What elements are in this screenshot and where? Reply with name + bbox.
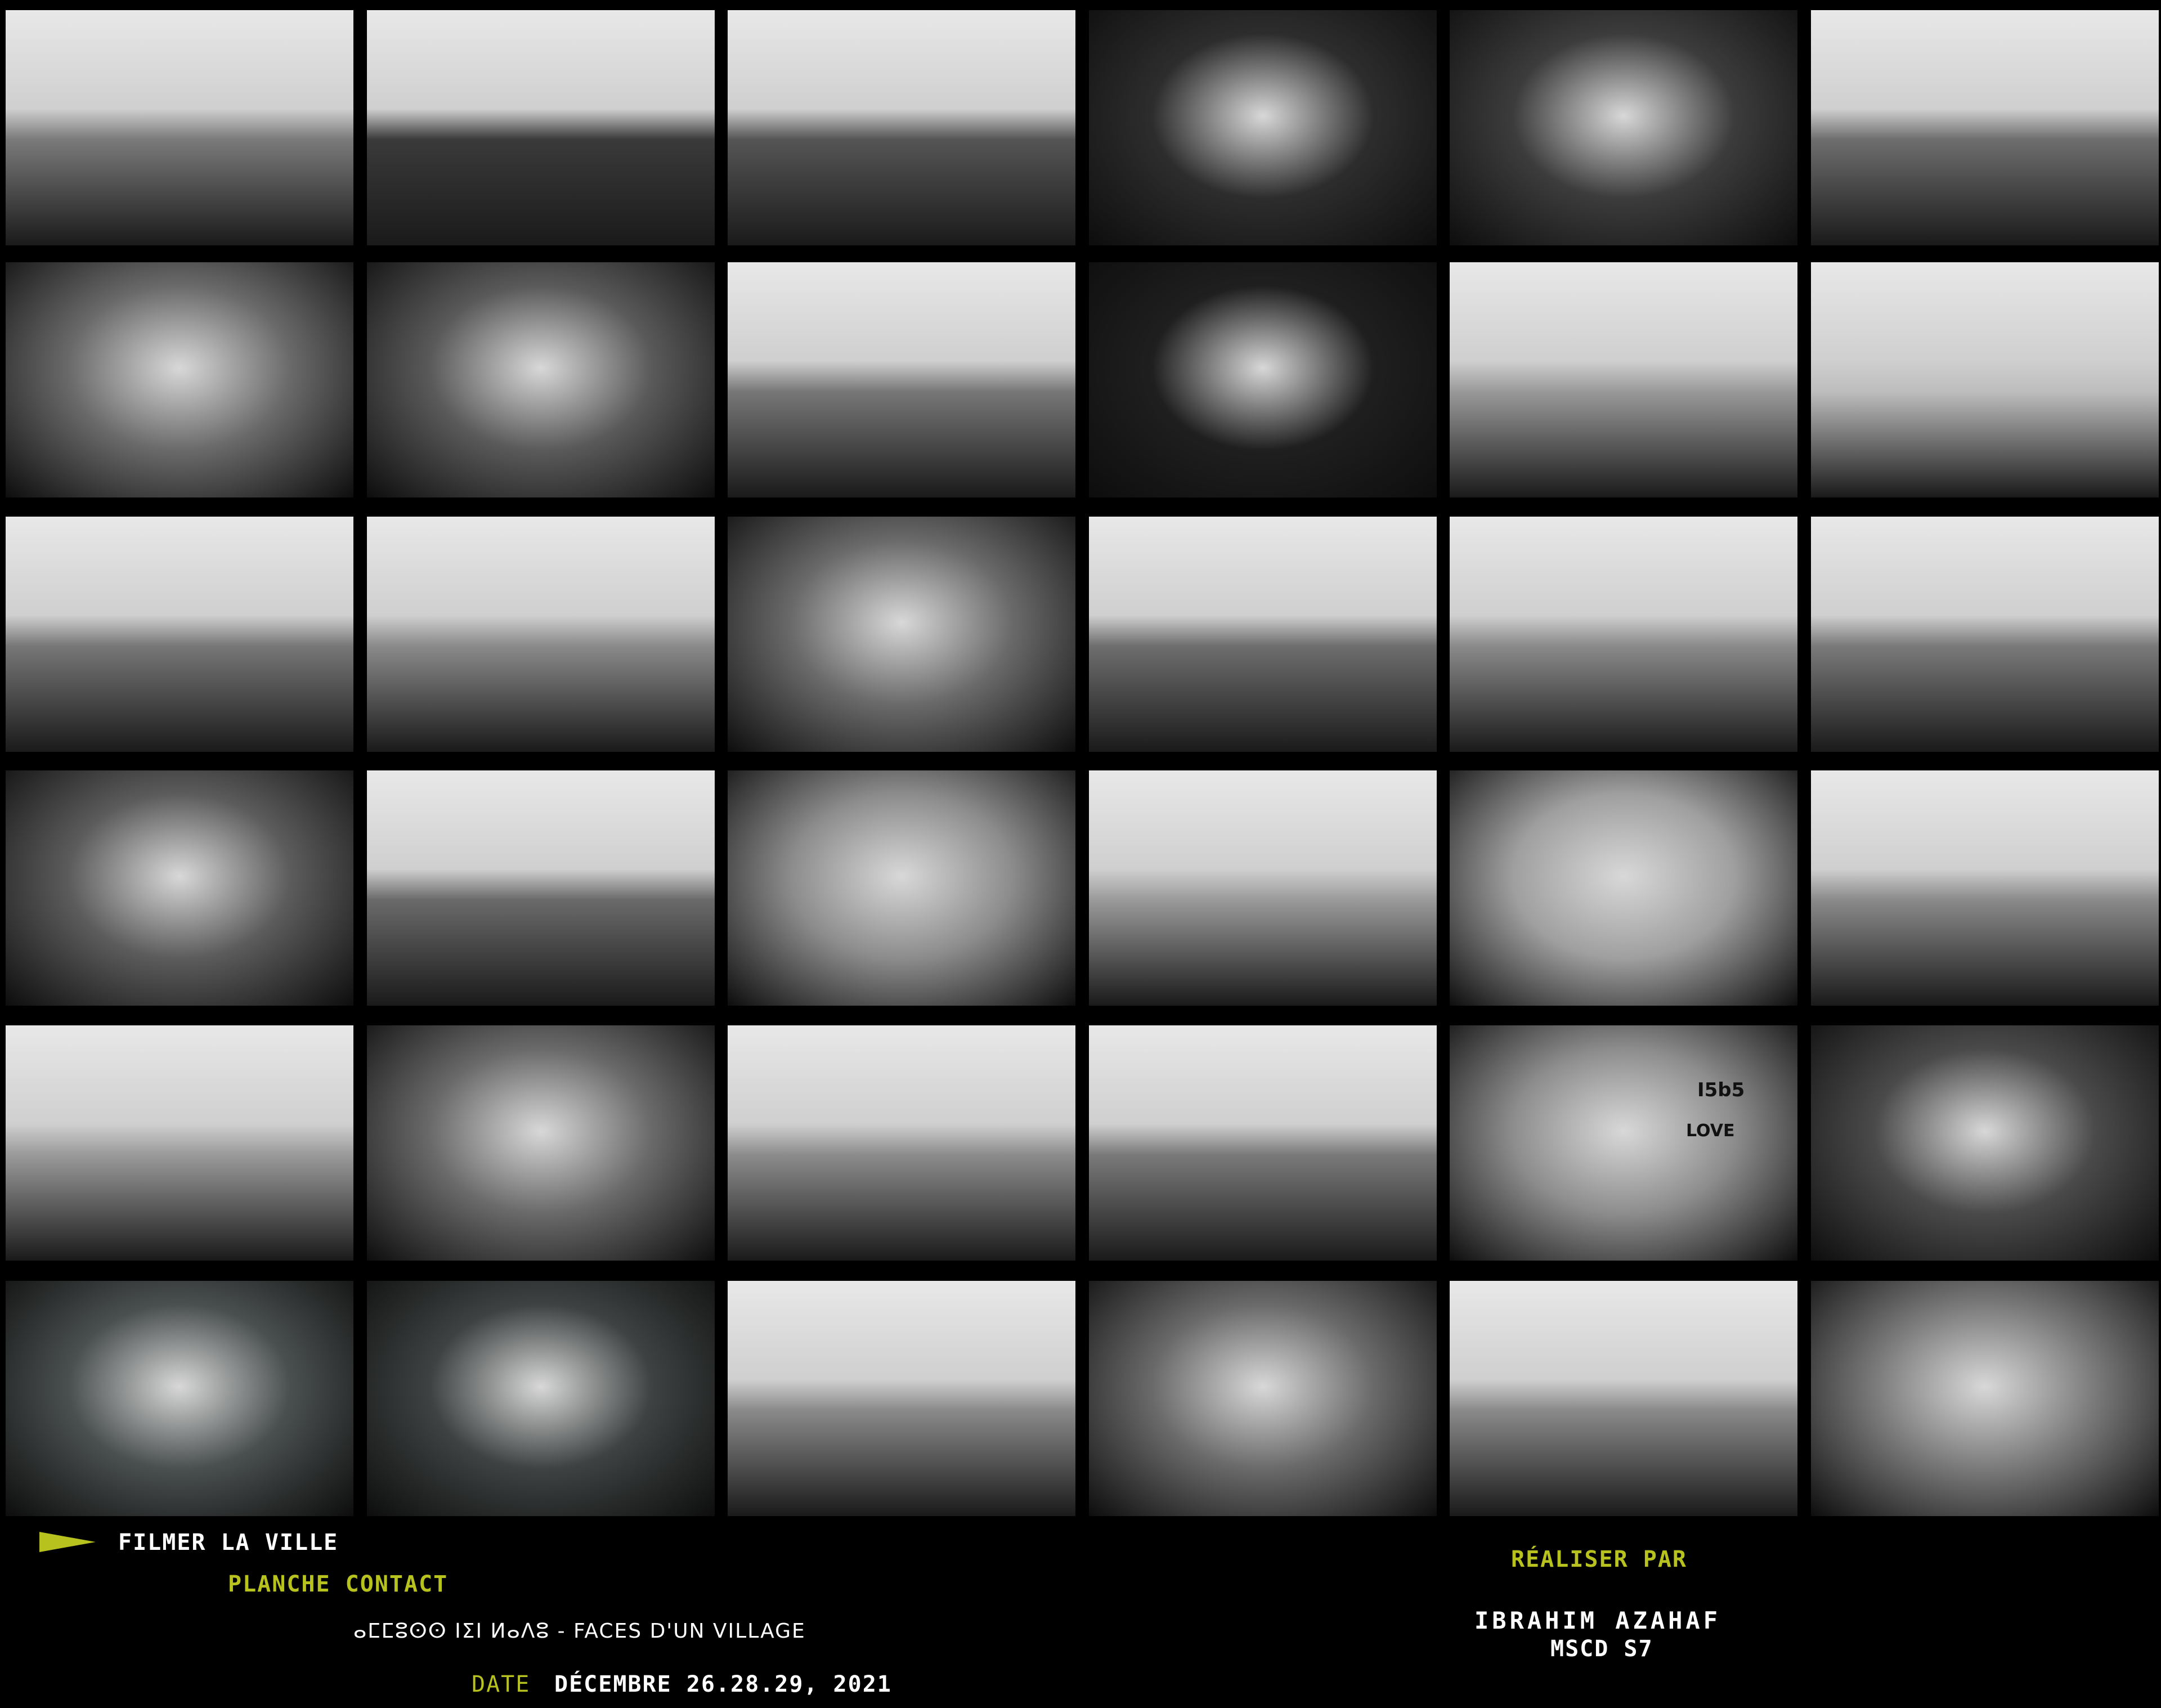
photo-elderly-man-smiling bbox=[1450, 10, 1797, 245]
photo-goat-herd bbox=[1089, 517, 1437, 752]
subtitle: PLANCHE CONTACT bbox=[228, 1571, 449, 1597]
photo-ruined-houses bbox=[728, 262, 1075, 497]
photo-arcade-buildings bbox=[1811, 770, 2159, 1006]
contact-sheet-grid: LOVE I5b5 bbox=[0, 0, 2161, 1522]
credit-label: RÉALISER PAR bbox=[1511, 1546, 1687, 1572]
photo-man-on-street bbox=[728, 1025, 1075, 1261]
photo-wooded-hill bbox=[728, 10, 1075, 245]
photo-scarecrow-helmet bbox=[1811, 517, 2159, 752]
photo-bearded-man-portrait bbox=[367, 1025, 715, 1261]
photo-man-in-wheelchair bbox=[1450, 262, 1797, 497]
photo-old-building bbox=[367, 770, 715, 1006]
graffiti-love: LOVE bbox=[1686, 1121, 1735, 1141]
photo-man-in-tent bbox=[1089, 1281, 1437, 1516]
photo-bald-man-portrait bbox=[728, 770, 1075, 1006]
photo-dim-cafe bbox=[6, 1281, 353, 1516]
photo-masked-man-arcade bbox=[1450, 770, 1797, 1006]
program-name: MSCD S7 bbox=[1550, 1636, 1653, 1662]
photo-man-cooking bbox=[1450, 1281, 1797, 1516]
photo-doorway-graffiti: LOVE I5b5 bbox=[1450, 1025, 1797, 1261]
photo-man-in-cap bbox=[6, 262, 353, 497]
photo-young-man-seated bbox=[1089, 770, 1437, 1006]
photo-tree-and-house bbox=[1450, 517, 1797, 752]
date-label: DATE bbox=[472, 1671, 531, 1697]
photo-dirt-road-field bbox=[367, 10, 715, 245]
arrow-icon bbox=[39, 1532, 96, 1552]
graffiti-code: I5b5 bbox=[1697, 1079, 1745, 1101]
series-title: FILMER LA VILLE bbox=[118, 1530, 339, 1555]
photo-concrete-wall bbox=[728, 517, 1075, 752]
photo-silhouette-portrait bbox=[1811, 262, 2159, 497]
project-title: ⴰⵎⵎⵓⵙⵙ ⵏⵉⵏ ⵍⴰⴷⵓ - FACES D'UN VILLAGE bbox=[353, 1620, 806, 1643]
photo-sleeping-dog bbox=[1811, 1281, 2159, 1516]
photo-graffiti-wall bbox=[367, 262, 715, 497]
photo-eucalyptus-tree bbox=[6, 517, 353, 752]
photo-market-street bbox=[6, 10, 353, 245]
photo-man-in-car bbox=[1089, 262, 1437, 497]
photo-stone-alley bbox=[6, 770, 353, 1006]
author-name: IBRAHIM AZAHAF bbox=[1474, 1607, 1721, 1634]
photo-dark-interior bbox=[367, 1281, 715, 1516]
date-value: DÉCEMBRE 26.28.29, 2021 bbox=[554, 1671, 892, 1697]
photo-desert-plain bbox=[367, 517, 715, 752]
photo-blurred-figure bbox=[1811, 1025, 2159, 1261]
photo-rolling-hills bbox=[6, 1025, 353, 1261]
photo-sheds-yard bbox=[1089, 1025, 1437, 1261]
photo-villa-house bbox=[1811, 10, 2159, 245]
photo-dry-riverbed bbox=[728, 1281, 1075, 1516]
photo-elderly-man-portrait bbox=[1089, 10, 1437, 245]
